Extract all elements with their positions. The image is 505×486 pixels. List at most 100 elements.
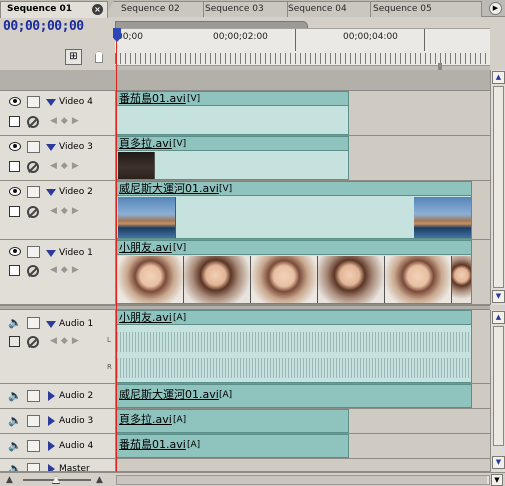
- scroll-up-icon[interactable]: ▲: [492, 311, 505, 324]
- keyframe-display-icon[interactable]: [9, 161, 20, 172]
- video-scrollbar[interactable]: ▲ ▼: [490, 70, 505, 305]
- zoom-out-icon[interactable]: ▲: [6, 475, 13, 485]
- track-audio3[interactable]: 頁多拉.avi [A]: [116, 409, 490, 434]
- keyframe-nav[interactable]: ◀◆▶: [50, 116, 83, 126]
- clip-v4[interactable]: 番茄島01.avi [V]: [116, 91, 349, 135]
- track-audio4[interactable]: 番茄島01.avi [A]: [116, 434, 490, 459]
- track-audio2[interactable]: 威尼斯大運河01.avi [A]: [116, 384, 490, 409]
- keyframe-display-icon[interactable]: [9, 116, 20, 127]
- speaker-icon[interactable]: 🔈: [8, 317, 22, 328]
- track-separator: [0, 70, 490, 91]
- timecode-display[interactable]: 00;00;00;00: [3, 19, 113, 34]
- clip-v1[interactable]: 小朋友.avi [V]: [116, 240, 472, 304]
- ruler-ticks: [115, 53, 490, 64]
- triangle-icon[interactable]: [48, 391, 55, 401]
- lock-icon[interactable]: [27, 415, 40, 427]
- clip-name: 番茄島01.avi: [119, 92, 186, 105]
- audio-scrollbar[interactable]: ▲ ▼: [490, 310, 505, 472]
- tab-label: Sequence 03: [205, 4, 264, 14]
- speaker-icon[interactable]: 🔈: [8, 415, 22, 426]
- no-keyframe-icon[interactable]: [27, 161, 39, 173]
- triangle-icon[interactable]: [46, 250, 56, 257]
- channel-left-label: L: [107, 336, 111, 344]
- scroll-down-icon[interactable]: ▼: [492, 456, 505, 469]
- horizontal-scrollbar[interactable]: [116, 475, 490, 485]
- speaker-icon[interactable]: 🔈: [8, 440, 22, 451]
- speaker-icon[interactable]: 🔈: [8, 463, 22, 471]
- clip-a3[interactable]: 頁多拉.avi [A]: [116, 409, 349, 433]
- zoom-in-icon[interactable]: ▲: [96, 475, 103, 485]
- no-keyframe-icon[interactable]: [27, 265, 39, 277]
- triangle-icon[interactable]: [46, 189, 56, 196]
- tab-sequence-01[interactable]: Sequence 01 ×: [0, 1, 108, 18]
- keyframe-nav[interactable]: ◀◆▶: [50, 161, 83, 171]
- work-area-handle[interactable]: [438, 63, 442, 70]
- clip-thumbnail: [184, 256, 251, 303]
- panel-menu-icon[interactable]: ▶: [489, 2, 502, 15]
- clip-v3[interactable]: 頁多拉.avi [V]: [116, 136, 349, 180]
- clip-tag: [A]: [173, 415, 187, 425]
- tab-sequence-05[interactable]: Sequence 05: [356, 1, 482, 17]
- tab-sequence-02[interactable]: Sequence 02: [104, 1, 204, 17]
- triangle-icon[interactable]: [48, 416, 55, 426]
- no-keyframe-icon[interactable]: [27, 336, 39, 348]
- track-master[interactable]: [116, 459, 490, 472]
- snap-icon[interactable]: ⊞: [65, 49, 82, 65]
- lock-icon[interactable]: [27, 463, 40, 471]
- waveform-display-icon[interactable]: [9, 336, 20, 347]
- track-audio1[interactable]: 小朋友.avi [A] L R: [107, 310, 490, 384]
- ruler-label: 00;00;02:00: [213, 32, 268, 42]
- keyframe-nav[interactable]: ◀◆▶: [50, 265, 83, 275]
- lock-icon[interactable]: [27, 390, 40, 402]
- scroll-up-icon[interactable]: ▲: [492, 71, 505, 84]
- eye-icon[interactable]: [9, 247, 21, 256]
- close-icon[interactable]: ×: [92, 4, 103, 15]
- playhead-line[interactable]: [116, 29, 117, 472]
- lock-icon[interactable]: [27, 141, 40, 153]
- eye-icon[interactable]: [9, 97, 21, 106]
- clip-a1[interactable]: 小朋友.avi [A]: [116, 310, 472, 383]
- keyframe-display-icon[interactable]: [9, 206, 20, 217]
- triangle-icon[interactable]: [46, 99, 56, 106]
- clip-a4[interactable]: 番茄島01.avi [A]: [116, 434, 349, 458]
- scroll-thumb[interactable]: [493, 86, 504, 288]
- keyframe-nav[interactable]: ◀◆▶: [50, 336, 83, 346]
- track-name: Master: [59, 464, 90, 472]
- lock-icon[interactable]: [27, 317, 40, 329]
- triangle-icon[interactable]: [46, 144, 56, 151]
- track-video2[interactable]: 威尼斯大運河01.avi [V]: [116, 181, 490, 240]
- waveform: [117, 358, 471, 378]
- track-video4[interactable]: 番茄島01.avi [V]: [116, 91, 490, 136]
- clip-v2[interactable]: 威尼斯大運河01.avi [V]: [116, 181, 472, 239]
- clip-header: 小朋友.avi [A]: [117, 311, 471, 325]
- no-keyframe-icon[interactable]: [27, 206, 39, 218]
- eye-icon[interactable]: [9, 187, 21, 196]
- track-header-video4: Video 4 ◀◆▶: [0, 91, 116, 136]
- tab-label: Sequence 04: [288, 4, 347, 14]
- lock-icon[interactable]: [27, 246, 40, 258]
- lock-icon[interactable]: [27, 186, 40, 198]
- eye-icon[interactable]: [9, 142, 21, 151]
- marker-icon[interactable]: [95, 51, 103, 63]
- no-keyframe-icon[interactable]: [27, 116, 39, 128]
- speaker-icon[interactable]: 🔈: [8, 390, 22, 401]
- scroll-thumb[interactable]: [493, 326, 504, 446]
- track-header-audio1: 🔈 Audio 1 ◀◆▶: [0, 310, 116, 384]
- triangle-icon[interactable]: [46, 321, 56, 328]
- triangle-icon[interactable]: [48, 464, 55, 471]
- lock-icon[interactable]: [27, 440, 40, 452]
- triangle-icon[interactable]: [48, 441, 55, 451]
- time-ruler[interactable]: 00;00 00;00;02:00 00;00;04:00: [115, 28, 490, 70]
- tab-label: Sequence 05: [373, 4, 432, 14]
- lock-icon[interactable]: [27, 96, 40, 108]
- keyframe-display-icon[interactable]: [9, 265, 20, 276]
- scroll-down-icon[interactable]: ▼: [492, 290, 505, 303]
- scroll-down-icon[interactable]: ▼: [491, 474, 503, 486]
- scroll-thumb[interactable]: [117, 476, 487, 484]
- clip-a2[interactable]: 威尼斯大運河01.avi [A]: [116, 384, 472, 408]
- waveform: [117, 332, 471, 352]
- clip-name: 小朋友.avi: [119, 241, 172, 254]
- track-video1[interactable]: 小朋友.avi [V]: [116, 240, 490, 305]
- keyframe-nav[interactable]: ◀◆▶: [50, 206, 83, 216]
- track-video3[interactable]: 頁多拉.avi [V]: [116, 136, 490, 181]
